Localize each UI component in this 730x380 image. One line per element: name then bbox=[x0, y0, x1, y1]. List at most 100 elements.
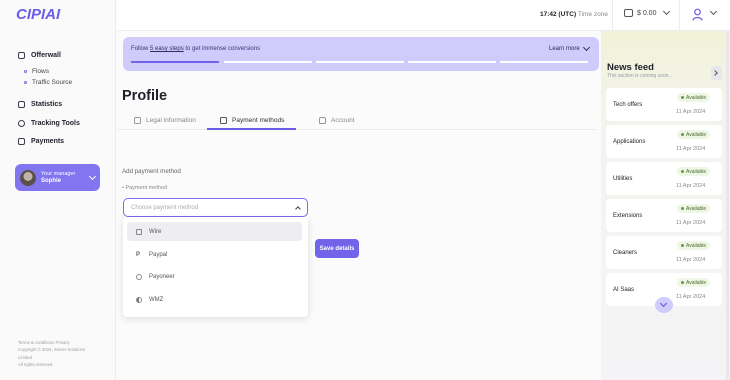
timezone-label: Time zone bbox=[577, 11, 608, 18]
tab-divider bbox=[117, 129, 597, 130]
option-label: Paypal bbox=[149, 251, 168, 258]
status-badge: Available bbox=[677, 167, 711, 176]
tab-payment-methods[interactable]: Payment methods bbox=[220, 117, 284, 124]
news-card-name: Cleaners bbox=[613, 250, 638, 256]
sidebar-item-label: Payments bbox=[31, 138, 65, 145]
news-card-name: Extensions bbox=[613, 213, 643, 219]
news-card[interactable]: Applications Available 11 Apr 2024 bbox=[606, 125, 722, 158]
user-icon[interactable] bbox=[692, 8, 703, 21]
payment-method-select[interactable]: Choose payment method bbox=[123, 198, 308, 217]
option-paypal[interactable]: P Paypal bbox=[127, 245, 302, 264]
manager-caption: Your manager bbox=[41, 170, 76, 177]
learn-more-label: Learn more bbox=[549, 46, 580, 52]
news-feed-subtitle: This section is coming soon... bbox=[607, 73, 673, 79]
tab-label: Legal information bbox=[146, 117, 196, 124]
status-text: Available bbox=[686, 131, 707, 138]
scroll-down-button[interactable] bbox=[655, 297, 673, 313]
document-icon bbox=[134, 117, 141, 124]
news-card-date: 11 Apr 2024 bbox=[676, 257, 706, 263]
paypal-icon: P bbox=[136, 251, 141, 258]
status-dot-icon bbox=[681, 244, 684, 247]
banner-prefix: Follow bbox=[131, 46, 151, 52]
news-card[interactable]: Extensions Available 11 Apr 2024 bbox=[606, 199, 722, 232]
news-card[interactable]: Utilities Available 11 Apr 2024 bbox=[606, 162, 722, 195]
status-badge: Available bbox=[677, 278, 711, 287]
bank-icon bbox=[136, 228, 142, 235]
sidebar-subitem-flows[interactable]: Flows bbox=[24, 68, 49, 75]
section-title: Add payment method bbox=[122, 168, 181, 175]
option-payoneer[interactable]: Payoneer bbox=[127, 267, 302, 286]
card-icon bbox=[18, 138, 25, 145]
footer-links[interactable]: Terms & conditions Privacy bbox=[18, 339, 98, 346]
field-label: • Payment method bbox=[122, 185, 168, 191]
sidebar-item-label: Tracking Tools bbox=[31, 120, 80, 127]
payment-method-dropdown: Wire P Paypal Payoneer WMZ bbox=[123, 217, 308, 317]
save-details-button[interactable]: Save details bbox=[315, 239, 359, 258]
status-badge: Available bbox=[677, 204, 711, 213]
copyright-text: All rights reserved bbox=[18, 361, 53, 367]
news-card-name: Applications bbox=[613, 139, 646, 145]
onboarding-banner bbox=[123, 37, 599, 71]
manager-card[interactable]: Your manager Sophie bbox=[15, 164, 100, 191]
wallet-icon bbox=[624, 9, 633, 17]
status-dot-icon bbox=[681, 96, 684, 99]
lock-icon bbox=[319, 117, 326, 124]
active-tab-indicator bbox=[207, 128, 296, 130]
sidebar-subitem-label: Traffic Source bbox=[32, 79, 73, 86]
sidebar-item-statistics[interactable]: Statistics bbox=[18, 101, 62, 108]
payoneer-icon bbox=[136, 273, 142, 280]
option-label: Payoneer bbox=[149, 273, 175, 280]
tab-label: Payment methods bbox=[232, 117, 285, 124]
learn-more-button[interactable]: Learn more bbox=[549, 43, 590, 52]
news-card-date: 11 Apr 2024 bbox=[676, 294, 706, 300]
progress-step bbox=[131, 61, 219, 63]
progress-step bbox=[500, 61, 588, 63]
tab-label: Account bbox=[331, 117, 355, 124]
status-text: Available bbox=[686, 168, 707, 175]
news-card-date: 11 Apr 2024 bbox=[676, 146, 706, 152]
banner-link[interactable]: 5 easy steps bbox=[150, 46, 184, 52]
news-feed-title: News feed bbox=[607, 62, 654, 73]
progress-step bbox=[408, 61, 496, 63]
sidebar-item-offerwall[interactable]: Offerwall bbox=[18, 52, 61, 59]
webmoney-icon bbox=[136, 296, 142, 303]
option-wire[interactable]: Wire bbox=[127, 222, 302, 241]
progress-step bbox=[224, 61, 312, 63]
news-card-date: 11 Apr 2024 bbox=[676, 183, 706, 189]
manager-name: Sophie bbox=[41, 177, 62, 184]
sidebar-footer: Terms & conditions Privacy Copyright © 2… bbox=[18, 339, 98, 368]
sidebar-subitem-traffic-source[interactable]: Traffic Source bbox=[24, 79, 72, 86]
chevron-right-icon[interactable] bbox=[711, 66, 722, 80]
news-card-name: Utilities bbox=[613, 176, 633, 182]
sidebar-item-tracking-tools[interactable]: Tracking Tools bbox=[18, 120, 80, 127]
bullet-icon bbox=[24, 81, 27, 84]
chevron-down-icon bbox=[88, 172, 97, 180]
option-label: WMZ bbox=[149, 296, 164, 303]
tab-account[interactable]: Account bbox=[319, 117, 355, 124]
option-label: Wire bbox=[149, 228, 162, 235]
divider bbox=[679, 0, 680, 31]
balance-value: $ 0.00 bbox=[637, 9, 657, 17]
news-card-name: Tech offers bbox=[613, 102, 643, 108]
status-dot-icon bbox=[681, 281, 684, 284]
scrollbar[interactable] bbox=[726, 31, 729, 380]
sidebar-item-label: Statistics bbox=[31, 101, 63, 108]
status-badge: Available bbox=[677, 241, 711, 250]
status-badge: Available bbox=[677, 93, 711, 102]
tab-legal-information[interactable]: Legal information bbox=[134, 117, 196, 124]
card-icon bbox=[220, 117, 227, 124]
news-card[interactable]: Cleaners Available 11 Apr 2024 bbox=[606, 236, 722, 269]
option-wmz[interactable]: WMZ bbox=[127, 290, 302, 309]
logo[interactable]: CIPIAI bbox=[16, 5, 68, 22]
banner-suffix: to get immense conversions bbox=[183, 46, 261, 52]
sidebar-item-payments[interactable]: Payments bbox=[18, 138, 64, 145]
grid-icon bbox=[18, 52, 25, 59]
status-dot-icon bbox=[681, 133, 684, 136]
status-badge: Available bbox=[677, 130, 711, 139]
news-card[interactable]: Tech offers Available 11 Apr 2024 bbox=[606, 88, 722, 121]
copyright-text: Copyright © 2024, Stover Solutions bbox=[18, 347, 86, 353]
balance-dropdown[interactable]: $ 0.00 bbox=[624, 7, 671, 17]
status-text: Available bbox=[686, 205, 707, 212]
status-dot-icon bbox=[681, 207, 684, 210]
settings-icon bbox=[18, 120, 25, 127]
